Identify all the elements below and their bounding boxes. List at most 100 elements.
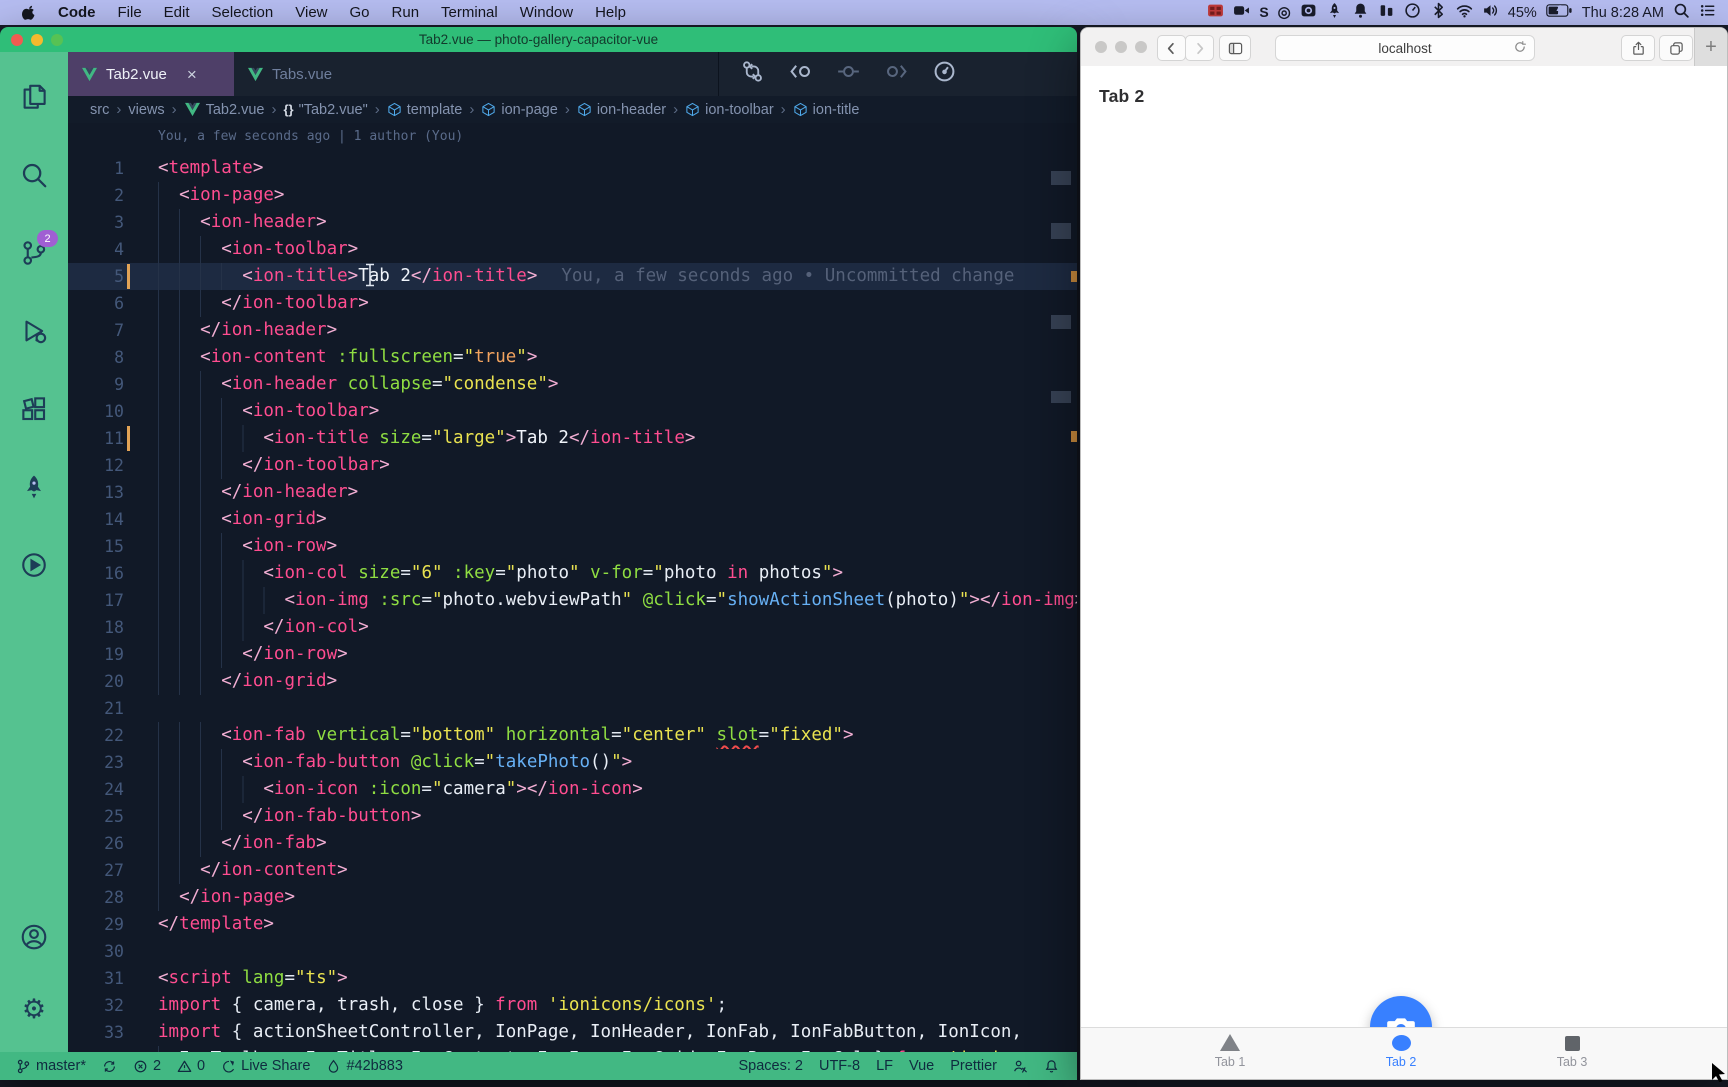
- code-line-14[interactable]: 14 <ion-grid>: [68, 506, 1077, 533]
- breadcrumb-item-ion-page[interactable]: ion-page: [481, 102, 557, 118]
- breadcrumb-item-ion-title[interactable]: ion-title: [793, 102, 860, 118]
- close-window-button[interactable]: [1095, 41, 1107, 53]
- line-number[interactable]: 21: [68, 695, 158, 722]
- line-number[interactable]: 1: [68, 155, 158, 182]
- codelens-annotation[interactable]: You, a few seconds ago | 1 author (You): [158, 129, 1077, 153]
- code-line-1[interactable]: 1<template>: [68, 155, 1077, 182]
- video-icon[interactable]: [1233, 2, 1250, 23]
- line-number[interactable]: 16: [68, 560, 158, 587]
- code-line-16[interactable]: 16 <ion-col size="6" :key="photo" v-for=…: [68, 560, 1077, 587]
- code-line-20[interactable]: 20 </ion-grid>: [68, 668, 1077, 695]
- status-vue[interactable]: Vue: [901, 1052, 942, 1080]
- code-line-9[interactable]: 9 <ion-header collapse="condense">: [68, 371, 1077, 398]
- line-number[interactable]: 17: [68, 587, 158, 614]
- code-line-22[interactable]: 22 <ion-fab vertical="bottom" horizontal…: [68, 722, 1077, 749]
- line-number[interactable]: 24: [68, 776, 158, 803]
- code-line-29[interactable]: 29</template>: [68, 911, 1077, 938]
- vscode-titlebar[interactable]: Tab2.vue — photo-gallery-capacitor-vue: [0, 27, 1077, 52]
- new-tab-button[interactable]: +: [1694, 28, 1727, 66]
- line-number[interactable]: 32: [68, 992, 158, 1019]
- line-number[interactable]: 15: [68, 533, 158, 560]
- tab-bar-item-tab-2[interactable]: Tab 2: [1346, 1034, 1456, 1069]
- breadcrumb-item-tab2-vue[interactable]: Tab2.vue: [184, 102, 265, 118]
- code-line-15[interactable]: 15 <ion-row>: [68, 533, 1077, 560]
- breadcrumb-item-template[interactable]: template: [387, 102, 463, 118]
- status-bell[interactable]: [1036, 1052, 1067, 1080]
- line-number[interactable]: 2: [68, 182, 158, 209]
- share-button[interactable]: [1621, 35, 1655, 61]
- menu-help[interactable]: Help: [584, 4, 637, 21]
- line-number[interactable]: 31: [68, 965, 158, 992]
- code-line-13[interactable]: 13 </ion-header>: [68, 479, 1077, 506]
- next-change-icon[interactable]: [885, 60, 908, 88]
- code-line-18[interactable]: 18 </ion-col>: [68, 614, 1077, 641]
- letter-s-icon[interactable]: S: [1259, 4, 1268, 21]
- code-line-6[interactable]: 6 </ion-toolbar>: [68, 290, 1077, 317]
- record-circle-icon[interactable]: ◎: [1278, 4, 1291, 21]
- code-line-30[interactable]: 30: [68, 938, 1077, 965]
- code-line-23[interactable]: 23 <ion-fab-button @click="takePhoto()">: [68, 749, 1077, 776]
- menu-file[interactable]: File: [107, 4, 153, 21]
- gutter-marker-icon[interactable]: [837, 60, 860, 88]
- code-line-19[interactable]: 19 </ion-row>: [68, 641, 1077, 668]
- line-number[interactable]: 27: [68, 857, 158, 884]
- line-number[interactable]: 29: [68, 911, 158, 938]
- breadcrumb-item-ion-header[interactable]: ion-header: [577, 102, 666, 118]
- breadcrumb-item-src[interactable]: src: [90, 102, 109, 118]
- activity-item-extensions[interactable]: [0, 370, 68, 448]
- apple-icon[interactable]: [12, 5, 47, 20]
- rocket-icon[interactable]: [1326, 2, 1343, 23]
- status-spaces-2[interactable]: Spaces: 2: [730, 1052, 811, 1080]
- timeline-icon[interactable]: [933, 60, 956, 88]
- line-number[interactable]: 6: [68, 290, 158, 317]
- address-bar[interactable]: localhost: [1275, 35, 1535, 61]
- line-number[interactable]: 13: [68, 479, 158, 506]
- forward-button[interactable]: [1185, 35, 1214, 61]
- tab-bar-item-tab-3[interactable]: Tab 3: [1517, 1034, 1627, 1069]
- film-icon[interactable]: [1207, 2, 1224, 23]
- tab-tabs-vue[interactable]: Tabs.vue: [234, 52, 400, 96]
- status-live-share[interactable]: Live Share: [213, 1052, 318, 1080]
- line-number[interactable]: 20: [68, 668, 158, 695]
- status-0[interactable]: 0: [169, 1052, 213, 1080]
- control-center-icon[interactable]: [1699, 2, 1716, 23]
- line-number[interactable]: 26: [68, 830, 158, 857]
- line-number[interactable]: 5: [68, 263, 158, 290]
- code-line-24[interactable]: 24 <ion-icon :icon="camera"></ion-icon>: [68, 776, 1077, 803]
- compass-icon[interactable]: [1404, 2, 1421, 23]
- activity-item-run-and-debug[interactable]: [0, 292, 68, 370]
- breadcrumb-item-views[interactable]: views: [128, 102, 164, 118]
- menu-bar-clock[interactable]: Thu 8:28 AM: [1582, 5, 1664, 21]
- line-number[interactable]: 11: [68, 425, 158, 452]
- line-number[interactable]: 33: [68, 1019, 158, 1046]
- activity-item-account[interactable]: [0, 900, 68, 973]
- tab-bar-item-tab-1[interactable]: Tab 1: [1175, 1034, 1285, 1069]
- activity-item-source-control[interactable]: 2: [0, 214, 68, 292]
- activity-item-play-circle[interactable]: [0, 526, 68, 604]
- line-number[interactable]: 10: [68, 398, 158, 425]
- columns-icon[interactable]: [1378, 2, 1395, 23]
- wifi-icon[interactable]: [1456, 2, 1473, 23]
- activity-item-explorer[interactable]: [0, 58, 68, 136]
- activity-item-rocket[interactable]: [0, 448, 68, 526]
- line-number[interactable]: 19: [68, 641, 158, 668]
- code-line-32[interactable]: 32import { camera, trash, close } from '…: [68, 992, 1077, 1019]
- search-icon[interactable]: [1673, 2, 1690, 23]
- line-number[interactable]: 14: [68, 506, 158, 533]
- line-number[interactable]: 4: [68, 236, 158, 263]
- code-line-25[interactable]: 25 </ion-fab-button>: [68, 803, 1077, 830]
- status-prettier[interactable]: Prettier: [942, 1052, 1005, 1080]
- screen-record-icon[interactable]: [1300, 2, 1317, 23]
- status-feedback[interactable]: [1005, 1052, 1036, 1080]
- code-line-5[interactable]: 5 <ion-title>Tab 2</ion-title>You, a few…: [68, 263, 1077, 290]
- back-button[interactable]: [1157, 35, 1186, 61]
- reload-icon[interactable]: [1513, 40, 1527, 57]
- bell-icon[interactable]: [1352, 2, 1369, 23]
- sidebar-toggle-button[interactable]: [1219, 35, 1251, 61]
- close-tab-icon[interactable]: ×: [187, 66, 197, 83]
- line-number[interactable]: 8: [68, 344, 158, 371]
- status-2[interactable]: 2: [125, 1052, 169, 1080]
- code-line-7[interactable]: 7 </ion-header>: [68, 317, 1077, 344]
- status-utf-8[interactable]: UTF-8: [811, 1052, 868, 1080]
- status-#42b883[interactable]: #42b883: [318, 1052, 410, 1080]
